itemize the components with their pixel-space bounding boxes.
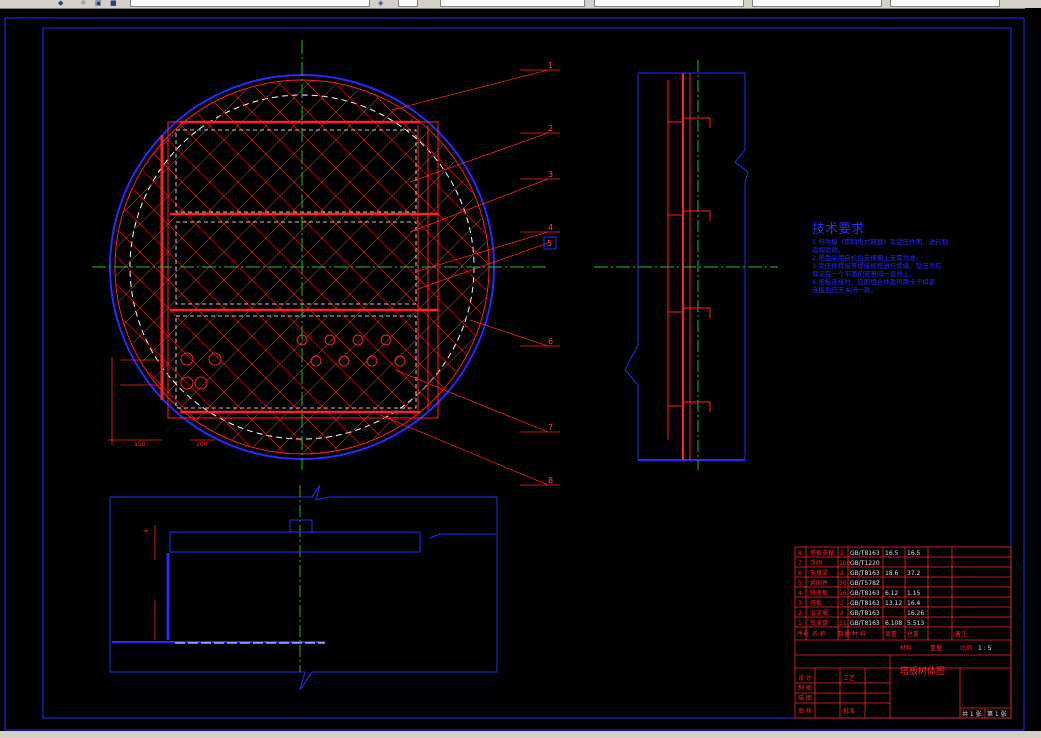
svg-text:材 料: 材 料 xyxy=(852,630,866,638)
dim-valve-spacing: 100 xyxy=(196,441,208,448)
svg-text:重量: 重量 xyxy=(930,644,942,652)
tech-requirements-title: 技术要求 xyxy=(812,222,865,237)
tech-line: 保证在一个平面的容差同一直线上。 xyxy=(812,270,916,278)
svg-text:2: 2 xyxy=(840,550,844,557)
plan-view: 150 100 1 2 3 4 5 6 7 8 xyxy=(92,40,560,486)
svg-text:设 计: 设 计 xyxy=(798,674,812,682)
callout-8: 8 xyxy=(548,476,553,485)
tech-line: 造和验收。 xyxy=(812,246,845,254)
svg-text:108: 108 xyxy=(839,560,851,567)
svg-text:6: 6 xyxy=(798,570,802,577)
svg-text:GB/T8163: GB/T8163 xyxy=(850,590,880,597)
svg-text:13.12: 13.12 xyxy=(885,600,902,607)
callout-4: 4 xyxy=(548,223,553,232)
svg-text:37.2: 37.2 xyxy=(907,570,921,577)
svg-text:7: 7 xyxy=(798,560,802,567)
svg-text:5: 5 xyxy=(798,580,802,587)
svg-text:2: 2 xyxy=(798,610,802,617)
section-view: 4 xyxy=(109,484,498,691)
svg-text:GB/T8163: GB/T8163 xyxy=(850,610,880,617)
callout-2: 2 xyxy=(548,124,553,133)
callout-3: 3 xyxy=(548,170,553,179)
svg-text:11: 11 xyxy=(839,620,847,627)
callout-5: 5 xyxy=(547,239,552,248)
callout-6: 6 xyxy=(548,337,553,346)
svg-text:GB/T8163: GB/T8163 xyxy=(850,600,880,607)
svg-text:8: 8 xyxy=(798,550,802,557)
svg-text:备注: 备注 xyxy=(955,630,967,638)
svg-text:1.15: 1.15 xyxy=(907,590,921,597)
svg-text:16.5: 16.5 xyxy=(885,550,899,557)
svg-text:总重: 总重 xyxy=(907,630,919,638)
svg-text:4: 4 xyxy=(798,590,802,597)
svg-text:1 : 5: 1 : 5 xyxy=(978,645,992,652)
svg-text:制 图: 制 图 xyxy=(798,684,812,692)
dim-left-bottom: 150 xyxy=(134,441,146,448)
svg-text:18.6: 18.6 xyxy=(885,570,899,577)
side-view xyxy=(594,60,778,470)
svg-text:6.108: 6.108 xyxy=(885,620,902,627)
svg-text:GB/T8163: GB/T8163 xyxy=(850,620,880,627)
svg-text:批准: 批准 xyxy=(843,707,855,715)
svg-text:第 1 张: 第 1 张 xyxy=(987,710,1007,718)
svg-text:GB/T1220: GB/T1220 xyxy=(850,560,880,567)
svg-text:塔板: 塔板 xyxy=(810,599,822,607)
svg-text:3: 3 xyxy=(798,600,802,607)
tech-line: 4.塔板连接时，应图组合件及可用卡子扣紧 xyxy=(812,278,936,286)
svg-text:1: 1 xyxy=(798,620,802,627)
svg-text:比例: 比例 xyxy=(960,644,972,652)
tech-line: 1.塔件板《钢制塔式容器》及受压件图，进行制 xyxy=(812,238,949,246)
tech-requirements: 技术要求 1.塔件板《钢制塔式容器》及受压件图，进行制 造和验收。 2.塔盘采用… xyxy=(812,222,992,294)
tech-line: 2.塔盘采用自检后支撑圈上无需为准。 xyxy=(812,254,923,262)
svg-text:2: 2 xyxy=(840,600,844,607)
svg-text:溢流堰: 溢流堰 xyxy=(810,609,828,617)
svg-text:16.5: 16.5 xyxy=(907,550,921,557)
svg-text:数量: 数量 xyxy=(838,630,850,638)
svg-text:56: 56 xyxy=(839,590,847,597)
drawing-canvas[interactable]: 150 100 1 2 3 4 5 6 7 8 4 8 塔板支撑 2 GB/T8… xyxy=(0,0,1041,738)
svg-text:材料: 材料 xyxy=(900,644,912,652)
svg-text:审 核: 审 核 xyxy=(798,707,812,715)
svg-text:浮阀: 浮阀 xyxy=(810,559,822,567)
svg-text:塔板支撑: 塔板支撑 xyxy=(810,549,834,557)
svg-text:受液盘: 受液盘 xyxy=(810,619,828,627)
tech-line: 连接后应无关闭一致。 xyxy=(812,286,877,294)
dim-section-side: 4 xyxy=(143,529,150,533)
svg-text:降液板: 降液板 xyxy=(810,589,828,597)
svg-text:序号: 序号 xyxy=(797,630,809,638)
svg-text:GB/T5782: GB/T5782 xyxy=(850,580,880,587)
svg-text:2: 2 xyxy=(840,570,844,577)
svg-text:2: 2 xyxy=(840,610,844,617)
svg-text:共 1 张: 共 1 张 xyxy=(962,710,982,718)
svg-text:5.513: 5.513 xyxy=(907,620,924,627)
svg-text:支撑梁: 支撑梁 xyxy=(810,569,828,577)
drawing-title: 塔板树体图 xyxy=(900,665,945,677)
tech-line: 3.受压件焊接等焊接规程进行焊接，受压件应 xyxy=(812,262,942,270)
svg-text:GB/T8163: GB/T8163 xyxy=(850,570,880,577)
svg-text:GB/T8163: GB/T8163 xyxy=(850,550,880,557)
svg-text:单重: 单重 xyxy=(885,630,897,638)
svg-text:描 图: 描 图 xyxy=(798,694,812,702)
svg-text:名 称: 名 称 xyxy=(812,630,826,638)
callout-7: 7 xyxy=(548,423,553,432)
svg-text:16.4: 16.4 xyxy=(907,600,921,607)
svg-text:6.12: 6.12 xyxy=(885,590,899,597)
svg-text:工艺: 工艺 xyxy=(843,674,855,682)
svg-text:紧固件: 紧固件 xyxy=(810,579,828,587)
svg-text:36: 36 xyxy=(839,580,847,587)
svg-text:16.26: 16.26 xyxy=(907,610,924,617)
callout-1: 1 xyxy=(548,61,553,70)
